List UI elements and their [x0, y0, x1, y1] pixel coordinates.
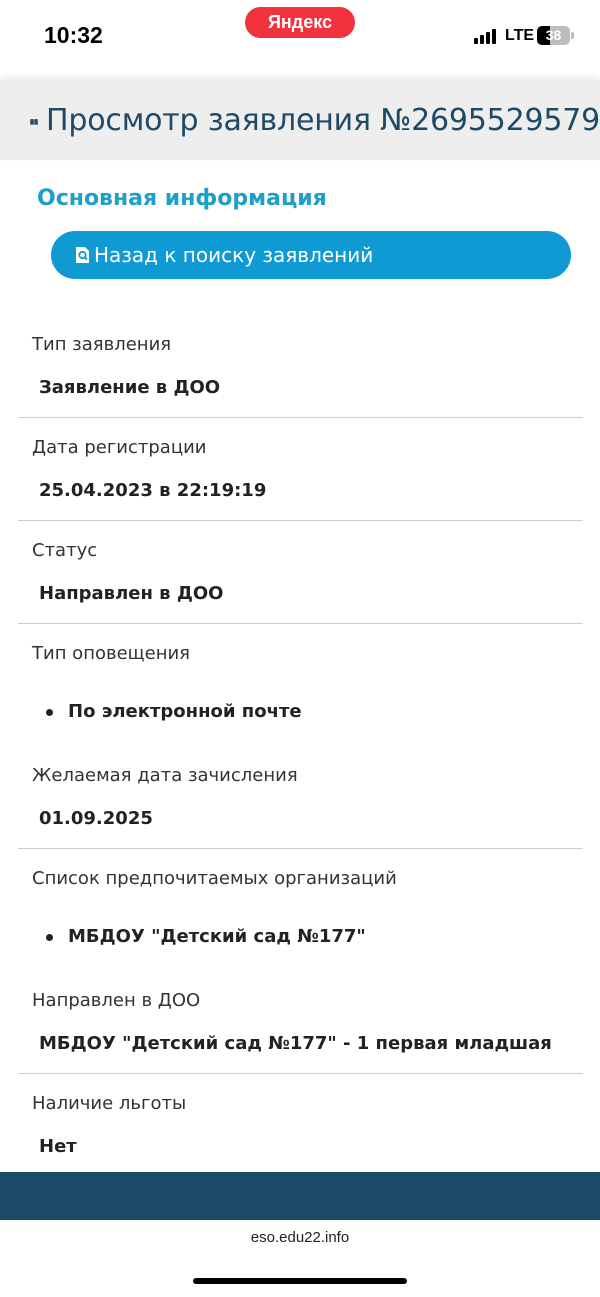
battery-tip: [571, 32, 574, 39]
field-value: Нет: [39, 1136, 77, 1157]
back-to-search-label: Назад к поиску заявлений: [94, 243, 374, 267]
battery-icon: 38: [537, 26, 570, 45]
field-label: Желаемая дата зачисления: [32, 765, 298, 786]
field-value: 01.09.2025: [39, 808, 153, 829]
network-type: LTE: [505, 27, 535, 44]
field-application-type: Тип заявления Заявление в ДОО: [18, 320, 583, 418]
field-label: Список предпочитаемых организаций: [32, 868, 397, 889]
list-item: МБДОУ "Детский сад №177": [68, 926, 366, 947]
field-notification-type: Тип оповещения По электронной почте: [18, 624, 583, 750]
yandex-badge[interactable]: Яндекс: [245, 7, 355, 38]
field-desired-date: Желаемая дата зачисления 01.09.2025: [18, 750, 583, 849]
field-value: МБДОУ "Детский сад №177" - 1 первая млад…: [39, 1033, 552, 1054]
field-value: 25.04.2023 в 22:19:19: [39, 480, 267, 501]
field-label: Статус: [32, 540, 98, 561]
cellular-signal-icon: [474, 28, 498, 44]
page-title: Просмотр заявления №2695529579: [46, 102, 600, 138]
url-text[interactable]: eso.edu22.info: [0, 1229, 600, 1246]
field-label: Тип оповещения: [32, 643, 190, 664]
document-search-icon: [76, 247, 89, 263]
browser-address-bar[interactable]: eso.edu22.info: [0, 1220, 600, 1297]
field-sent-to-doo: Направлен в ДОО МБДОУ "Детский сад №177"…: [18, 975, 583, 1074]
home-indicator[interactable]: [193, 1278, 407, 1284]
field-label: Направлен в ДОО: [32, 990, 201, 1011]
section-title: Основная информация: [37, 186, 327, 211]
bullet-icon: [46, 709, 53, 716]
field-benefit: Наличие льготы Нет: [18, 1074, 583, 1172]
field-label: Дата регистрации: [32, 437, 207, 458]
list-item: По электронной почте: [68, 701, 302, 722]
field-preferred-organizations: Список предпочитаемых организаций МБДОУ …: [18, 849, 583, 975]
page-header: Просмотр заявления №2695529579: [0, 80, 600, 160]
status-value: Направлен в ДОО: [39, 583, 224, 604]
field-label: Тип заявления: [32, 334, 172, 355]
status-bar: 10:32 Яндекс LTE 38: [0, 0, 600, 75]
battery-level: 38: [545, 27, 562, 43]
back-to-search-button[interactable]: Назад к поиску заявлений: [51, 231, 571, 279]
page-footer: [0, 1172, 600, 1220]
field-registration-date: Дата регистрации 25.04.2023 в 22:19:19: [18, 418, 583, 521]
field-value: Заявление в ДОО: [39, 377, 221, 398]
field-label: Наличие льготы: [32, 1093, 187, 1114]
book-open-icon: [30, 118, 38, 125]
bullet-icon: [46, 934, 53, 941]
status-time: 10:32: [44, 22, 103, 48]
field-status: Статус Направлен в ДОО: [18, 521, 583, 624]
